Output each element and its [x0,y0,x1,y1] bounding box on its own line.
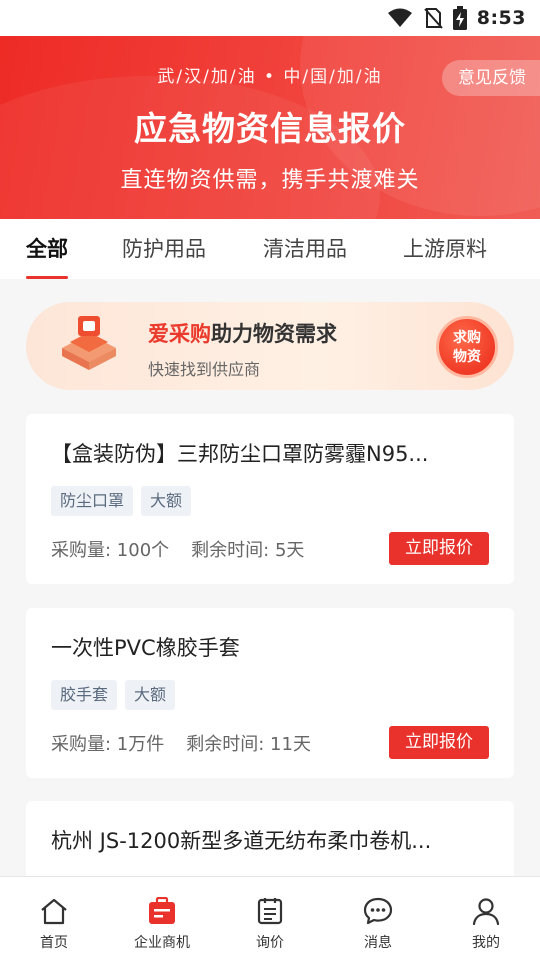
status-time: 8:53 [476,7,526,29]
aicaigou-logo-icon [56,312,122,380]
feedback-button[interactable]: 意见反馈 [442,60,540,96]
promo-title: 爱采购助力物资需求 [148,318,337,348]
promo-banner[interactable]: 爱采购助力物资需求 快速找到供应商 求购 物资 [26,302,514,390]
listing-tag: 防尘口罩 [51,486,134,516]
nav-item-profile[interactable]: 我的 [432,877,540,960]
listing-title: 【盒装防伪】三邦防尘口罩防雾霾N95... [51,442,429,466]
business-icon [146,895,178,927]
nav-item-inquiry[interactable]: 询价 [216,877,324,960]
nav-label: 我的 [472,935,500,951]
tab-all[interactable]: 全部 [26,219,68,279]
promo-cta-line1: 求购 [453,330,481,346]
category-tabs: 全部 防护用品 清洁用品 上游原料 [0,219,540,279]
message-icon [362,895,394,927]
listing-quantity: 采购量: 100个 [51,540,170,561]
listing-card[interactable]: 一次性PVC橡胶手套 胶手套 大额 采购量: 1万件 剩余时间: 11天 立即报… [26,608,514,778]
banner-subtitle: 直连物资供需，携手共渡难关 [120,168,420,193]
nav-item-messages[interactable]: 消息 [324,877,432,960]
tab-protective-supplies[interactable]: 防护用品 [122,219,206,279]
inquiry-icon [254,895,286,927]
profile-icon [470,895,502,927]
listing-title: 杭州 JS-1200新型多道无纺布柔巾卷机... [51,829,432,853]
page-title: 应急物资信息报价 [134,109,406,148]
nav-label: 企业商机 [134,935,190,951]
listing-tag: 胶手套 [51,680,118,710]
battery-charging-icon [452,6,467,30]
promo-cta-line2: 物资 [453,349,481,365]
status-bar: 8:53 [0,0,540,36]
listing-tag: 大额 [141,486,192,516]
request-supplies-button[interactable]: 求购 物资 [436,316,498,378]
no-sim-icon [423,7,443,29]
listing-tags: 胶手套 大额 [51,680,176,710]
listing-remaining-time: 剩余时间: 11天 [186,734,311,755]
listing-tag: 大额 [125,680,176,710]
promo-title-accent: 爱采购 [148,322,211,346]
quote-now-button[interactable]: 立即报价 [389,726,489,759]
listing-title: 一次性PVC橡胶手套 [51,636,240,660]
nav-label: 首页 [40,935,68,951]
bottom-nav: 首页 企业商机 询价 消息 我的 [0,876,540,960]
promo-subtitle: 快速找到供应商 [148,360,261,379]
listing-quantity: 采购量: 1万件 [51,734,165,755]
nav-item-home[interactable]: 首页 [0,877,108,960]
listing-card[interactable]: 【盒装防伪】三邦防尘口罩防雾霾N95... 防尘口罩 大额 采购量: 100个 … [26,414,514,584]
listing-tags: 防尘口罩 大额 [51,486,192,516]
listing-remaining-time: 剩余时间: 5天 [191,540,305,561]
nav-item-business[interactable]: 企业商机 [108,877,216,960]
listing-meta: 采购量: 1万件 剩余时间: 11天 [51,730,311,756]
tab-upstream-materials[interactable]: 上游原料 [403,219,487,279]
quote-now-button[interactable]: 立即报价 [389,532,489,565]
listing-meta: 采购量: 100个 剩余时间: 5天 [51,536,304,562]
home-icon [38,895,70,927]
header-banner: 武/汉/加/油 • 中/国/加/油 应急物资信息报价 直连物资供需，携手共渡难关… [0,36,540,219]
promo-title-rest: 助力物资需求 [211,322,337,346]
wifi-icon [387,8,413,28]
nav-label: 消息 [364,935,392,951]
tab-cleaning-supplies[interactable]: 清洁用品 [263,219,347,279]
nav-label: 询价 [256,935,284,951]
